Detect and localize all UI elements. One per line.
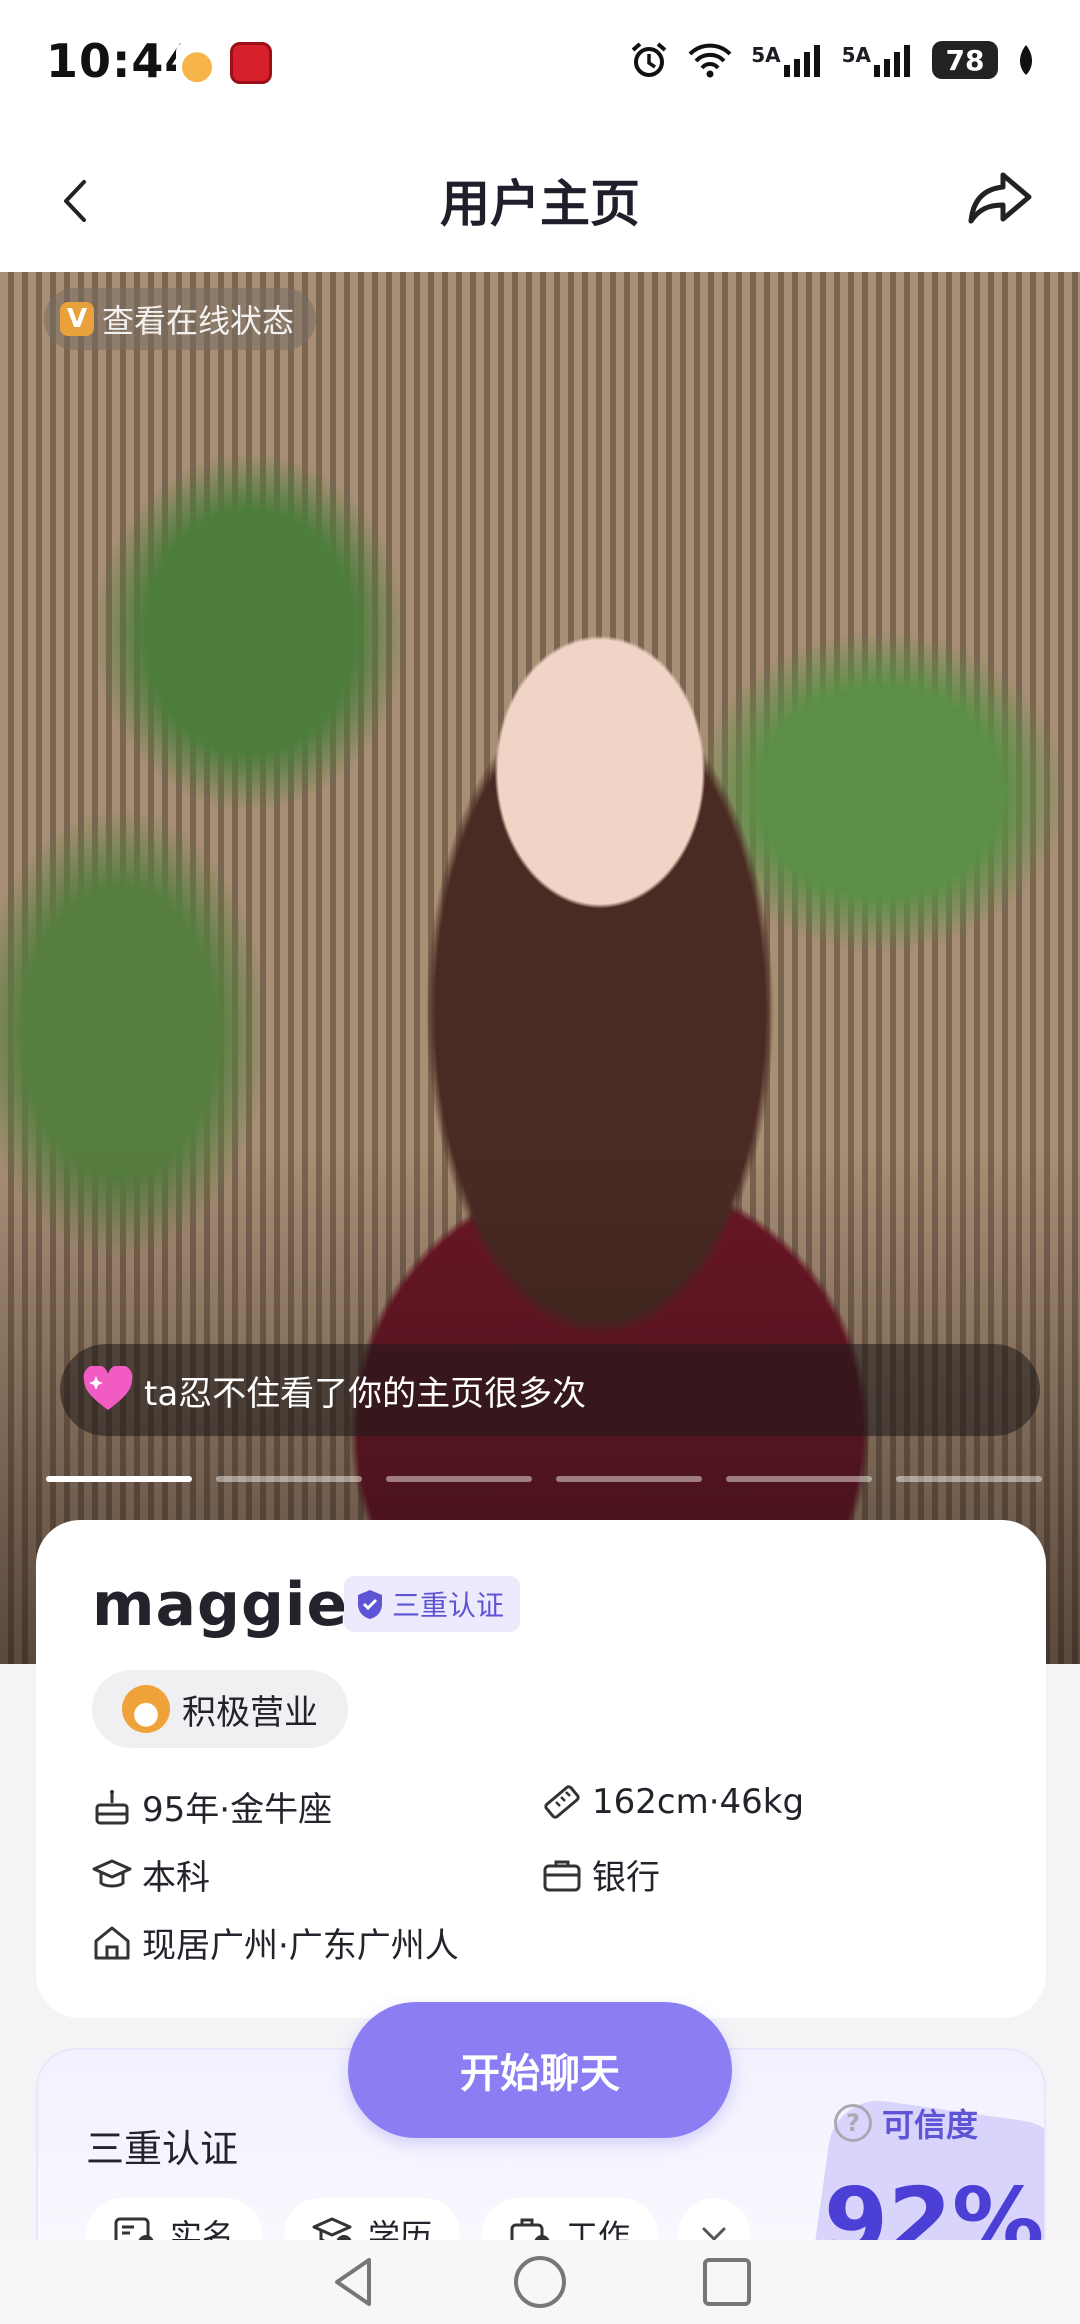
body-info: 162cm·46kg bbox=[542, 1782, 804, 1822]
status-app-icons bbox=[176, 42, 272, 84]
activity-status-pill: 积极营业 bbox=[92, 1670, 348, 1748]
location-info-text: 现居广州·广东广州人 bbox=[142, 1926, 459, 1966]
verify-badge-label: 三重认证 bbox=[392, 1589, 505, 1622]
leaf-icon bbox=[1016, 43, 1036, 77]
status-time: 10:44 bbox=[46, 34, 198, 88]
system-nav-bar bbox=[0, 2240, 1080, 2324]
location-info: 现居广州·广东广州人 bbox=[92, 1918, 459, 1967]
page-dot[interactable] bbox=[46, 1476, 192, 1482]
user-profile-screen: 10:44 5A 5A 78 用户主页 V 查看在线状态 ta忍不住看了你的主页… bbox=[0, 0, 1080, 2324]
triple-verify-badge[interactable]: 三重认证 bbox=[344, 1576, 521, 1632]
cat-avatar-icon bbox=[122, 1685, 170, 1733]
start-chat-button[interactable]: 开始聊天 bbox=[348, 2002, 732, 2138]
vip-v-icon: V bbox=[60, 302, 94, 336]
user-name: maggie bbox=[92, 1570, 349, 1640]
page-dot[interactable] bbox=[726, 1476, 872, 1482]
circle-home-icon bbox=[513, 2256, 566, 2308]
profile-photo[interactable]: V 查看在线状态 ta忍不住看了你的主页很多次 bbox=[0, 272, 1080, 1664]
signal-icon-1: 5A bbox=[751, 43, 823, 77]
triangle-back-icon bbox=[335, 2258, 372, 2306]
signal-label-1: 5A bbox=[751, 43, 781, 67]
profile-info-card: maggie 三重认证 积极营业 95年·金牛座 162cm·46kg 本科 银… bbox=[36, 1520, 1046, 2018]
job-info-text: 银行 bbox=[592, 1858, 660, 1898]
bank-app-icon bbox=[230, 42, 272, 84]
page-dot[interactable] bbox=[896, 1476, 1042, 1482]
briefcase-icon bbox=[543, 1860, 581, 1891]
house-icon bbox=[94, 1926, 130, 1959]
signal-label-2: 5A bbox=[841, 43, 871, 67]
page-dot[interactable] bbox=[386, 1476, 532, 1482]
square-recents-icon bbox=[702, 2258, 751, 2306]
education-info: 本科 bbox=[92, 1850, 210, 1899]
signal-icon-2: 5A bbox=[842, 43, 914, 77]
cake-icon bbox=[95, 1789, 129, 1824]
shield-check-icon bbox=[358, 1590, 382, 1619]
share-button[interactable] bbox=[960, 158, 1040, 238]
status-indicators: 5A 5A 78 bbox=[629, 40, 1036, 80]
birth-info-text: 95年·金牛座 bbox=[142, 1790, 333, 1830]
fox-app-icon bbox=[176, 42, 218, 84]
ruler-icon bbox=[544, 1785, 580, 1819]
credibility-label: 可信度 bbox=[882, 2106, 979, 2144]
online-status-button[interactable]: V 查看在线状态 bbox=[44, 288, 317, 350]
wifi-icon bbox=[687, 42, 733, 78]
credibility-label-row[interactable]: ? 可信度 bbox=[834, 2100, 978, 2146]
page-dot[interactable] bbox=[556, 1476, 702, 1482]
page-dot[interactable] bbox=[216, 1476, 362, 1482]
visit-notice-banner: ta忍不住看了你的主页很多次 bbox=[60, 1344, 1040, 1436]
verification-title: 三重认证 bbox=[86, 2127, 239, 2171]
page-title: 用户主页 bbox=[440, 175, 640, 233]
status-bar: 10:44 5A 5A 78 bbox=[0, 0, 1080, 126]
sparkle-heart-icon bbox=[83, 1366, 133, 1410]
visit-notice-text: ta忍不住看了你的主页很多次 bbox=[144, 1373, 587, 1414]
graduation-cap-icon bbox=[92, 1859, 132, 1887]
education-info-text: 本科 bbox=[142, 1858, 210, 1898]
activity-status-label: 积极营业 bbox=[182, 1692, 318, 1733]
alarm-icon bbox=[629, 40, 669, 80]
top-nav-bar: 用户主页 bbox=[0, 126, 1080, 272]
nav-home-button[interactable] bbox=[512, 2254, 568, 2310]
photo-page-indicator bbox=[46, 1476, 1042, 1482]
nav-recents-button[interactable] bbox=[699, 2254, 755, 2310]
battery-indicator: 78 bbox=[932, 41, 998, 79]
nav-back-button[interactable] bbox=[325, 2254, 381, 2310]
help-icon: ? bbox=[834, 2104, 872, 2142]
job-info: 银行 bbox=[542, 1850, 660, 1899]
body-info-text: 162cm·46kg bbox=[592, 1782, 805, 1822]
birth-info: 95年·金牛座 bbox=[92, 1782, 332, 1831]
share-icon bbox=[968, 172, 1032, 224]
online-status-label: 查看在线状态 bbox=[102, 302, 295, 340]
